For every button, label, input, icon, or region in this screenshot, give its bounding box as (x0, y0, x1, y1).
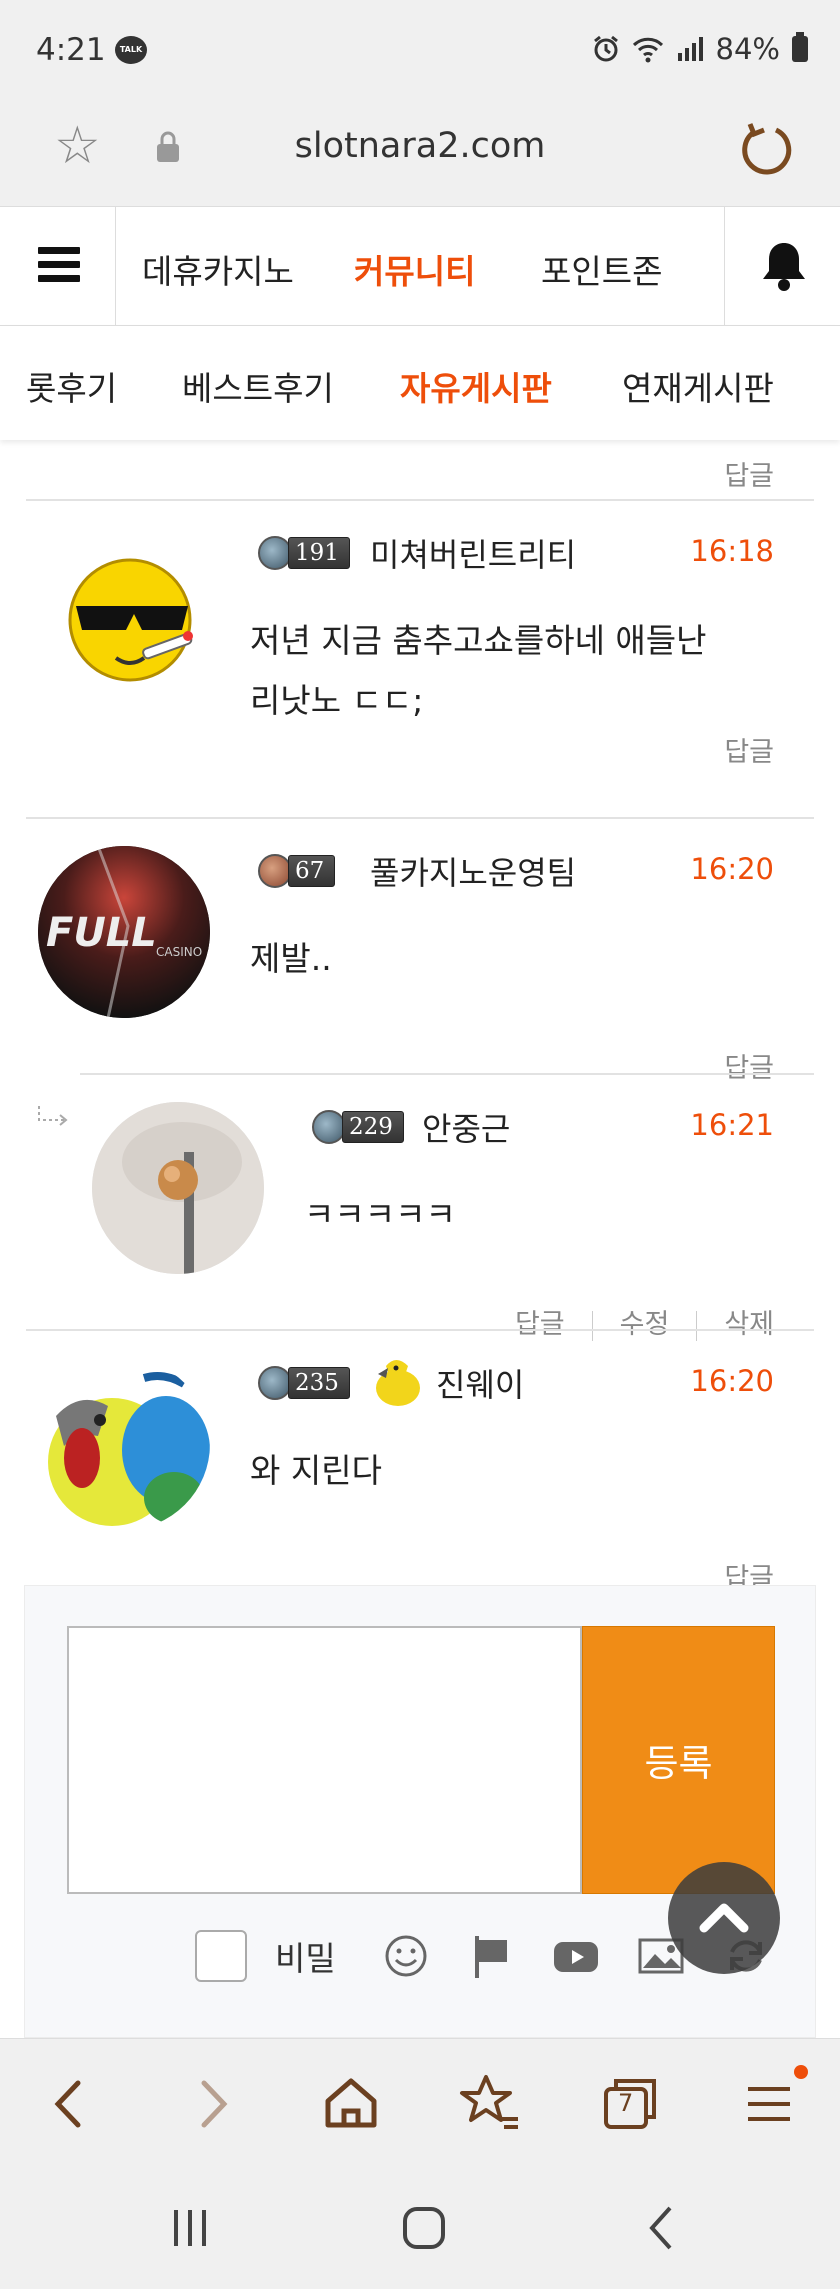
nav-item-dehyu-casino[interactable]: 데휴카지노 (142, 245, 294, 293)
battery-percent: 84% (715, 32, 780, 66)
level-number: 191 (288, 537, 350, 569)
recent-apps-icon[interactable] (160, 2198, 220, 2258)
comment-item: FULL CASINO 67 풀카지노운영팀 16:20 제발.. 답글 (0, 818, 840, 1084)
primary-nav: 데휴카지노 커뮤니티 포인트존 (0, 206, 840, 326)
avatar (92, 1102, 264, 1274)
submit-button[interactable]: 등록 (582, 1626, 775, 1894)
secret-checkbox[interactable] (195, 1930, 247, 1982)
comment-text-line: 리낫노 ㄷㄷ; (250, 681, 424, 720)
comment-time: 16:20 (690, 852, 774, 886)
kakaotalk-icon: TALK (115, 36, 147, 64)
comment-text: ㅋㅋㅋㅋㅋ (304, 1185, 456, 1245)
scroll-top-button[interactable] (668, 1862, 780, 1974)
browser-url-bar: ☆ slotnara2.com (0, 100, 840, 206)
secondary-nav: 롯후기 베스트후기 자유게시판 연재게시판 (0, 326, 840, 440)
tab-best-reviews[interactable]: 베스트후기 (182, 362, 334, 410)
bookmarks-icon[interactable] (456, 2069, 526, 2139)
back-icon[interactable] (34, 2069, 104, 2139)
comment-item-reply: 229 안중근 16:21 ㅋㅋㅋㅋㅋ 답글 수정 삭제 (0, 1074, 840, 1341)
nav-item-point-zone[interactable]: 포인트존 (541, 245, 662, 293)
level-number: 235 (288, 1367, 350, 1399)
level-badge: 67 (258, 852, 336, 890)
tab-serial-board[interactable]: 연재게시판 (622, 362, 774, 410)
comment-time: 16:21 (690, 1108, 774, 1142)
back-nav-icon[interactable] (632, 2198, 692, 2258)
level-badge: 191 (258, 534, 350, 572)
comment-author[interactable]: 안중근 (422, 1104, 510, 1150)
comment-text-line: 제발.. (250, 939, 332, 978)
comment-item: 191 미쳐버린트리티 16:18 저년 지금 춤추고쇼를하네 애들난 리낫노 … (0, 500, 840, 768)
url-text[interactable]: slotnara2.com (0, 126, 840, 166)
status-bar: 4:21 TALK 84% (0, 0, 840, 100)
comment-text-line: 와 지린다 (250, 1451, 382, 1490)
level-badge: 229 (312, 1108, 404, 1146)
comment-author[interactable]: 진웨이 (436, 1360, 524, 1406)
home-nav-icon[interactable] (394, 2198, 454, 2258)
wifi-icon (632, 37, 663, 63)
comment-time: 16:20 (690, 1364, 774, 1398)
tab-reviews[interactable]: 롯후기 (26, 362, 117, 410)
forward-icon[interactable] (178, 2069, 248, 2139)
level-gem-icon (258, 854, 292, 888)
comment-item: 235 진웨이 16:20 와 지린다 답글 (0, 1330, 840, 1594)
avatar: FULL CASINO (38, 846, 210, 1018)
avatar (38, 1358, 210, 1530)
parrot-icon (376, 1360, 420, 1406)
hamburger-icon (38, 247, 80, 283)
tab-free-board[interactable]: 자유게시판 (400, 362, 552, 410)
nav-item-community[interactable]: 커뮤니티 (354, 245, 475, 293)
emoji-icon[interactable] (382, 1932, 430, 1980)
menu-button[interactable] (0, 207, 116, 325)
comment-time: 16:18 (690, 534, 774, 568)
chevron-up-icon (699, 1903, 749, 1933)
reply-link[interactable]: 답글 (724, 730, 774, 769)
notification-button[interactable] (724, 207, 840, 325)
avatar-full-text: FULL (46, 910, 157, 956)
level-gem-icon (258, 536, 292, 570)
system-nav-bar (0, 2168, 840, 2289)
bell-icon (763, 243, 805, 291)
home-icon[interactable] (316, 2069, 386, 2139)
comment-text-line: ㅋㅋㅋㅋㅋ (304, 1195, 456, 1234)
level-gem-icon (312, 1110, 346, 1144)
reply-link[interactable]: 답글 (724, 454, 774, 493)
avatar (38, 538, 210, 710)
comment-text: 저년 지금 춤추고쇼를하네 애들난 리낫노 ㄷㄷ; (250, 611, 707, 731)
reload-icon[interactable] (736, 120, 792, 176)
menu-lines-icon (748, 2087, 790, 2121)
level-number: 67 (288, 855, 336, 887)
level-number: 229 (342, 1111, 404, 1143)
comment-text: 제발.. (250, 929, 332, 989)
status-right: 84% (592, 32, 808, 66)
tabs-button[interactable]: 7 (596, 2069, 666, 2139)
status-time: 4:21 (36, 32, 106, 68)
reply-arrow-icon (38, 1106, 68, 1126)
battery-icon (792, 32, 808, 62)
secret-label: 비밀 (275, 1939, 336, 1978)
signal-icon (677, 37, 703, 61)
comment-author[interactable]: 풀카지노운영팀 (370, 848, 576, 894)
notification-dot-icon (794, 2065, 808, 2079)
youtube-icon[interactable] (552, 1932, 600, 1980)
flag-icon[interactable] (467, 1932, 515, 1980)
alarm-icon (593, 35, 618, 62)
comment-text-line: 저년 지금 춤추고쇼를하네 애들난 (250, 621, 707, 660)
comment-textarea[interactable] (67, 1626, 582, 1894)
comment-author[interactable]: 미쳐버린트리티 (370, 530, 576, 576)
avatar-casino-text: CASINO (156, 945, 202, 959)
browser-menu-button[interactable] (736, 2065, 808, 2139)
browser-toolbar: 7 (0, 2038, 840, 2168)
level-gem-icon (258, 1366, 292, 1400)
tab-count: 7 (618, 2089, 634, 2117)
comment-text: 와 지린다 (250, 1441, 382, 1501)
level-badge: 235 (258, 1364, 350, 1402)
